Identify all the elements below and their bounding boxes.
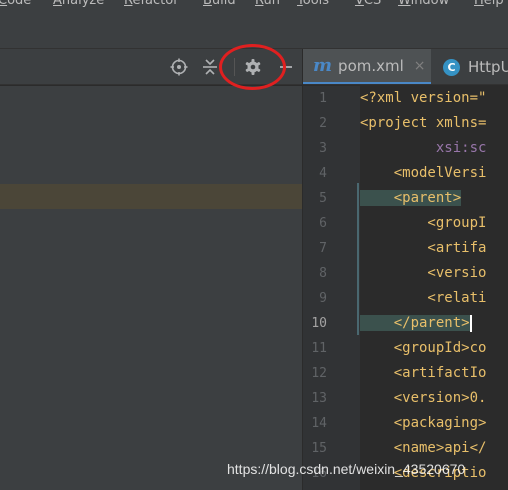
code-line: <artifa <box>360 240 487 256</box>
tool-window-content <box>0 86 302 490</box>
collapse-all-icon[interactable] <box>200 57 220 77</box>
matched-tag: </parent> <box>360 315 470 331</box>
menu-build[interactable]: Build <box>203 0 236 8</box>
tree-row-selected[interactable] <box>0 184 302 209</box>
code-line: <versio <box>360 265 487 281</box>
tab-label: HttpU <box>468 58 508 76</box>
menu-tools[interactable]: Tools <box>297 0 329 8</box>
line-number: 11 <box>311 341 327 356</box>
line-number: 12 <box>311 366 327 381</box>
menu-run[interactable]: Run <box>255 0 280 8</box>
menu-bar: Code Analyze Refactor Build Run Tools VC… <box>0 0 508 10</box>
code-line: <groupId>co <box>360 340 487 356</box>
code-line: <relati <box>360 290 487 306</box>
line-number: 5 <box>319 191 327 206</box>
line-number: 9 <box>319 291 327 306</box>
editor-tab-bar: m pom.xml × C HttpU <box>303 49 508 85</box>
code-line: <groupI <box>360 215 487 231</box>
matched-tag: <parent> <box>360 190 462 206</box>
menu-vcs[interactable]: VCS <box>355 0 381 8</box>
code-editor[interactable]: <?xml version=" <project xmlns= xsi:sc <… <box>360 86 508 490</box>
code-line: <project xmlns= <box>360 115 487 131</box>
line-number-gutter[interactable]: 1 2 3 4 5 6 7 8 9 10 11 12 13 14 15 16 <box>303 86 360 490</box>
line-number-current: 10 <box>311 316 327 331</box>
tab-httputil[interactable]: C HttpU <box>433 49 508 84</box>
menu-refactor[interactable]: Refactor <box>124 0 179 8</box>
menu-analyze[interactable]: Analyze <box>53 0 104 8</box>
line-number: 14 <box>311 416 327 431</box>
line-number: 3 <box>319 141 327 156</box>
tab-pom-xml[interactable]: m pom.xml × <box>303 49 431 84</box>
code-line-current: </parent> <box>360 311 472 336</box>
menu-code[interactable]: Code <box>0 0 31 8</box>
watermark-text: https://blog.csdn.net/weixin_43520670 <box>227 461 466 477</box>
line-number: 2 <box>319 116 327 131</box>
line-number: 1 <box>319 91 327 106</box>
line-number: 7 <box>319 241 327 256</box>
line-number: 13 <box>311 391 327 406</box>
tab-label: pom.xml <box>338 56 404 75</box>
menu-help[interactable]: Help <box>474 0 504 8</box>
code-line-highlighted: <parent> <box>360 186 462 211</box>
code-line: <version>0. <box>360 390 487 406</box>
menu-window[interactable]: Window <box>398 0 449 8</box>
maven-file-icon: m <box>313 55 333 76</box>
code-line: <artifactIo <box>360 365 487 381</box>
code-line: <modelVersi <box>360 165 487 181</box>
close-icon[interactable]: × <box>414 58 426 74</box>
locate-icon[interactable] <box>169 57 189 77</box>
code-line: <name>api</ <box>360 440 487 456</box>
code-line: <packaging> <box>360 415 487 431</box>
annotation-highlight-circle <box>219 44 286 90</box>
line-number: 8 <box>319 266 327 281</box>
code-line: xsi:sc <box>360 140 487 156</box>
text-caret <box>469 314 472 332</box>
line-number: 15 <box>311 441 327 456</box>
line-number: 6 <box>319 216 327 231</box>
fold-range-marker <box>357 183 359 335</box>
class-icon: C <box>443 58 460 76</box>
line-number: 4 <box>319 166 327 181</box>
code-line: <?xml version=" <box>360 90 487 106</box>
